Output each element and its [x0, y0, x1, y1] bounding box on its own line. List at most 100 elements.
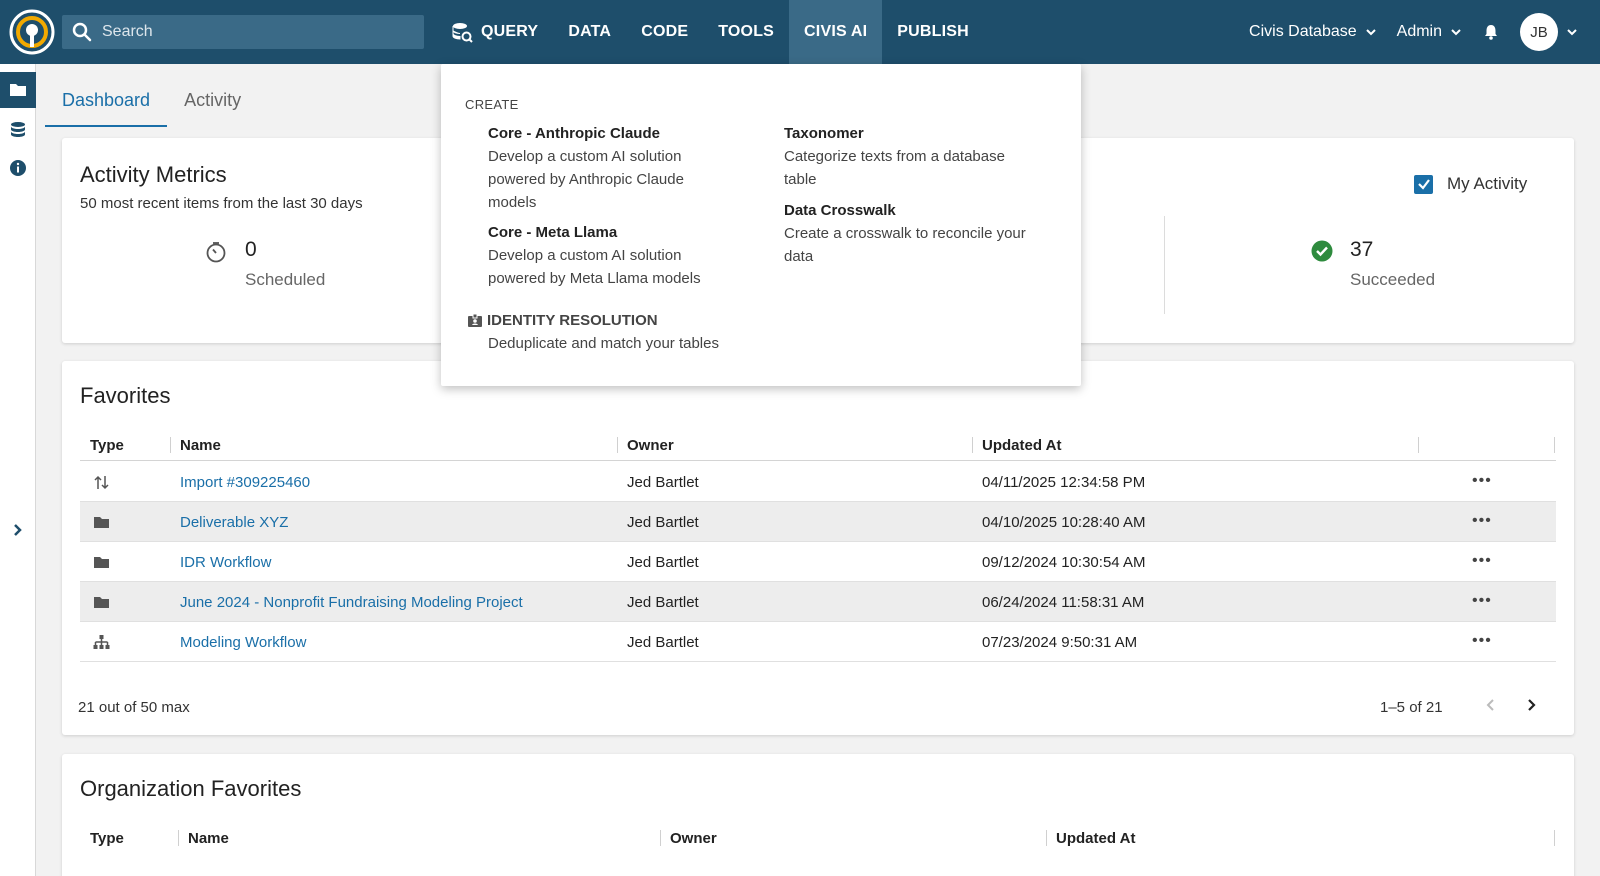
folder-icon	[10, 84, 26, 96]
nav-publish[interactable]: PUBLISH	[882, 0, 984, 64]
row-updated: 06/24/2024 11:58:31 AM	[982, 594, 1145, 611]
menu-item-data-crosswalk[interactable]: Data Crosswalk Create a crosswalk to rec…	[784, 200, 1034, 268]
nav-tools-label: TOOLS	[718, 23, 775, 40]
col-updated-at[interactable]: Updated At	[1056, 830, 1135, 847]
rail-info[interactable]	[0, 150, 36, 186]
nav-data-label: DATA	[568, 23, 612, 40]
row-name-link[interactable]: IDR Workflow	[180, 554, 271, 571]
chevron-down-icon[interactable]	[1566, 26, 1578, 38]
bell-icon[interactable]	[1482, 23, 1500, 41]
col-type[interactable]: Type	[90, 830, 124, 847]
identity-resolution-description: Deduplicate and match your tables	[488, 335, 719, 352]
my-activity-checkbox[interactable]	[1414, 174, 1433, 194]
success-check-icon	[1311, 240, 1333, 262]
col-separator	[178, 830, 179, 846]
chevron-left-icon[interactable]	[1482, 695, 1500, 715]
col-type[interactable]: Type	[90, 437, 124, 454]
menu-item-title: Core - Anthropic Claude	[488, 125, 660, 142]
col-owner[interactable]: Owner	[670, 830, 717, 847]
menu-item-core-anthropic-claude[interactable]: Core - Anthropic Claude Develop a custom…	[488, 123, 738, 214]
rail-projects[interactable]	[0, 72, 36, 108]
menu-item-description: Develop a custom AI solution powered by …	[488, 247, 701, 287]
menu-item-description: Develop a custom AI solution powered by …	[488, 148, 684, 211]
col-name[interactable]: Name	[188, 830, 229, 847]
row-name-link[interactable]: Import #309225460	[180, 474, 310, 491]
scheduled-label: Scheduled	[245, 270, 326, 289]
main-nav: QUERY DATA CODE TOOLS CIVIS AI PUBLISH	[436, 0, 984, 64]
search-input[interactable]	[102, 23, 402, 41]
table-row[interactable]: Import #309225460 Jed Bartlet 04/11/2025…	[80, 462, 1556, 502]
org-favorites-title: Organization Favorites	[80, 776, 302, 801]
admin-menu[interactable]: Admin	[1397, 23, 1462, 41]
rail-expand[interactable]	[0, 512, 36, 548]
col-separator	[617, 437, 618, 453]
database-selector[interactable]: Civis Database	[1249, 23, 1377, 41]
tab-activity[interactable]: Activity	[167, 80, 258, 127]
nav-tools[interactable]: TOOLS	[703, 0, 789, 64]
user-avatar[interactable]: JB	[1520, 13, 1558, 51]
nav-data[interactable]: DATA	[553, 0, 626, 64]
menu-item-taxonomer[interactable]: Taxonomer Categorize texts from a databa…	[784, 123, 1034, 191]
row-more-menu[interactable]: •••	[1472, 592, 1492, 610]
nav-civis-ai[interactable]: CIVIS AI	[789, 0, 883, 64]
menu-item-title: Data Crosswalk	[784, 202, 896, 219]
rail-databases[interactable]	[0, 112, 36, 148]
search-icon	[72, 22, 92, 42]
metrics-divider	[1164, 216, 1165, 314]
scheduled-metric[interactable]: 0 Scheduled	[245, 238, 325, 290]
pagination-range: 1–5 of 21	[1380, 699, 1443, 716]
identity-resolution-title: IDENTITY RESOLUTION	[487, 312, 658, 329]
menu-item-identity-resolution[interactable]: IDENTITY RESOLUTION	[467, 312, 658, 329]
table-row[interactable]: June 2024 - Nonprofit Fundraising Modeli…	[80, 582, 1556, 622]
dropdown-section-create: CREATE	[465, 97, 519, 112]
row-owner: Jed Bartlet	[627, 514, 699, 531]
row-owner: Jed Bartlet	[627, 554, 699, 571]
search-box[interactable]	[62, 15, 424, 49]
dashboard-tabs: Dashboard Activity	[45, 80, 258, 127]
id-badge-icon	[468, 313, 482, 327]
metrics-subtitle: 50 most recent items from the last 30 da…	[80, 195, 363, 212]
row-more-menu[interactable]: •••	[1472, 472, 1492, 490]
tab-dashboard[interactable]: Dashboard	[45, 80, 168, 127]
col-separator	[660, 830, 661, 846]
menu-item-description: Categorize texts from a database table	[784, 148, 1005, 188]
chevron-right-icon[interactable]	[1522, 695, 1540, 715]
row-updated: 07/23/2024 9:50:31 AM	[982, 634, 1138, 651]
row-owner: Jed Bartlet	[627, 474, 699, 491]
my-activity-toggle[interactable]: My Activity	[1414, 174, 1527, 194]
favorites-count: 21 out of 50 max	[78, 699, 190, 716]
table-row[interactable]: Deliverable XYZ Jed Bartlet 04/10/2025 1…	[80, 502, 1556, 542]
favorites-card: Favorites Type Name Owner Updated At Imp…	[62, 361, 1574, 735]
organization-favorites-card: Organization Favorites Type Name Owner U…	[62, 754, 1574, 876]
civis-ai-dropdown-menu: CREATE Core - Anthropic Claude Develop a…	[441, 64, 1081, 386]
civis-logo-icon[interactable]	[8, 8, 56, 56]
metrics-title: Activity Metrics	[80, 162, 227, 187]
col-separator	[972, 437, 973, 453]
nav-civis-ai-label: CIVIS AI	[804, 23, 868, 40]
col-name[interactable]: Name	[180, 437, 221, 454]
admin-label: Admin	[1396, 23, 1442, 40]
row-more-menu[interactable]: •••	[1472, 512, 1492, 530]
col-separator	[1554, 830, 1555, 846]
row-more-menu[interactable]: •••	[1472, 552, 1492, 570]
col-separator	[170, 437, 171, 453]
menu-item-description: Create a crosswalk to reconcile your dat…	[784, 225, 1026, 265]
nav-query[interactable]: QUERY	[436, 0, 553, 64]
row-name-link[interactable]: Deliverable XYZ	[180, 514, 288, 531]
menu-item-title: Taxonomer	[784, 125, 864, 142]
nav-publish-label: PUBLISH	[897, 23, 969, 40]
row-name-link[interactable]: Modeling Workflow	[180, 634, 306, 651]
col-owner[interactable]: Owner	[627, 437, 674, 454]
row-more-menu[interactable]: •••	[1472, 632, 1492, 650]
succeeded-metric[interactable]: 37 Succeeded	[1350, 238, 1435, 290]
table-row[interactable]: Modeling Workflow Jed Bartlet 07/23/2024…	[80, 622, 1556, 662]
folder-icon	[94, 557, 109, 568]
my-activity-label: My Activity	[1447, 174, 1528, 193]
row-owner: Jed Bartlet	[627, 634, 699, 651]
col-updated-at[interactable]: Updated At	[982, 437, 1061, 454]
table-row[interactable]: IDR Workflow Jed Bartlet 09/12/2024 10:3…	[80, 542, 1556, 582]
nav-code[interactable]: CODE	[626, 0, 703, 64]
menu-item-core-meta-llama[interactable]: Core - Meta Llama Develop a custom AI so…	[488, 222, 738, 290]
row-updated: 09/12/2024 10:30:54 AM	[982, 554, 1146, 571]
row-name-link[interactable]: June 2024 - Nonprofit Fundraising Modeli…	[180, 594, 523, 611]
